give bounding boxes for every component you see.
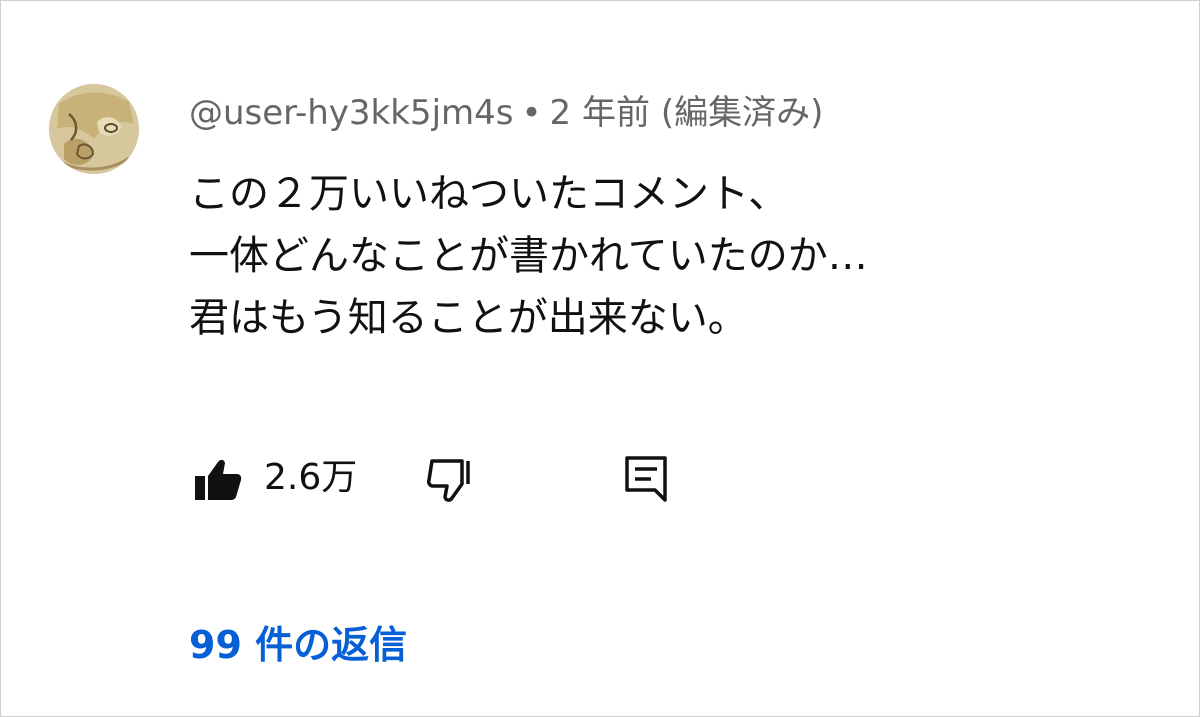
edited-label: (編集済み) <box>660 93 824 133</box>
comment-thread: @user-hy3kk5jm4s • 2 年前 (編集済み) この２万いいねついたコ… <box>0 0 1200 717</box>
author-avatar[interactable] <box>49 84 139 174</box>
reply-button[interactable] <box>623 454 671 506</box>
comment-meta: @user-hy3kk5jm4s • 2 年前 (編集済み) <box>189 88 823 138</box>
avatar-image <box>49 84 139 174</box>
dislike-button[interactable] <box>423 456 479 504</box>
thumbs-up-icon <box>195 459 242 500</box>
comment-text-line: 一体どんなことが書かれていたのか… <box>189 233 868 279</box>
meta-separator: • <box>521 93 542 133</box>
comment-text-line: この２万いいねついたコメント、 <box>189 171 789 217</box>
comment-timestamp[interactable]: 2 年前 <box>550 93 650 133</box>
reply-comment-icon <box>625 456 667 502</box>
comment-text: この２万いいねついたコメント、 一体どんなことが書かれていたのか… 君はもう知る… <box>189 163 868 349</box>
like-button[interactable] <box>189 456 245 504</box>
author-name[interactable]: @user-hy3kk5jm4s <box>189 93 513 133</box>
comment-text-line: 君はもう知ることが出来ない。 <box>189 295 748 341</box>
view-replies-link[interactable]: 99 件の返信 <box>189 617 407 673</box>
thumbs-down-icon <box>427 459 470 502</box>
comment-actions: 2.6万 <box>189 448 709 508</box>
like-count: 2.6万 <box>264 457 358 498</box>
